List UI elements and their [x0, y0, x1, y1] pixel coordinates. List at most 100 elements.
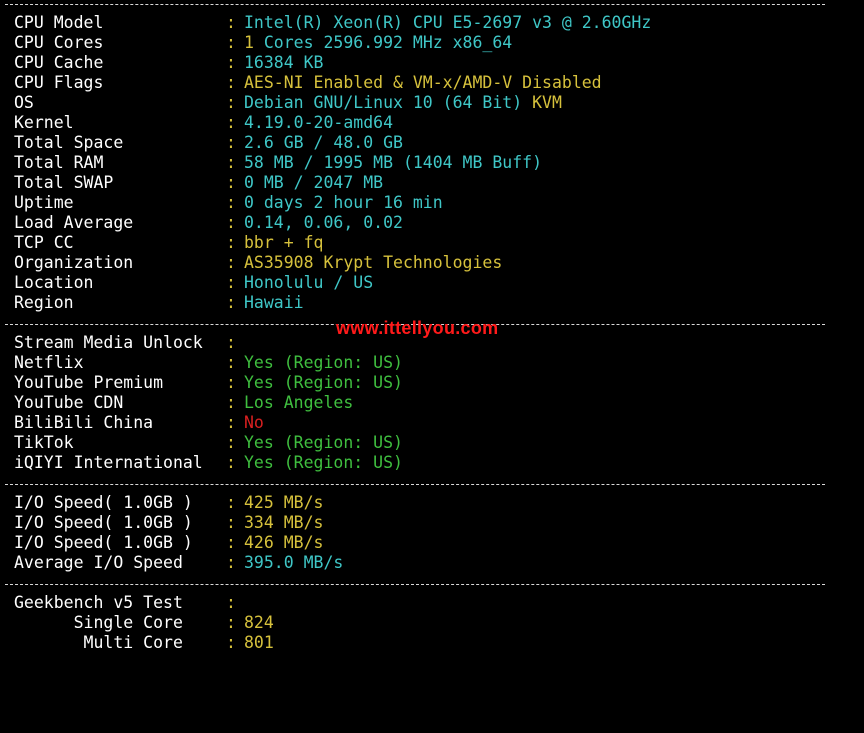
row-region: Region : Hawaii	[14, 293, 304, 313]
value-tcp-cc: bbr + fq	[244, 233, 324, 252]
row-organization: Organization : AS35908 Krypt Technologie…	[14, 253, 502, 273]
colon: :	[226, 33, 236, 52]
colon: :	[226, 353, 236, 372]
value-total-space: 2.6 GB / 48.0 GB	[244, 133, 403, 152]
row-cpu-cache: CPU Cache : 16384 KB	[14, 53, 323, 73]
terminal-window[interactable]: CPU Model : Intel(R) Xeon(R) CPU E5-2697…	[0, 0, 864, 662]
label-uptime: Uptime	[14, 193, 74, 212]
value-io-speed: 426 MB/s	[244, 533, 324, 552]
colon: :	[226, 613, 236, 632]
label-tcp-cc: TCP CC	[14, 233, 74, 252]
colon: :	[226, 513, 236, 532]
row-total-swap: Total SWAP : 0 MB / 2047 MB	[14, 173, 383, 193]
colon: :	[226, 593, 236, 612]
divider-line	[5, 584, 825, 585]
row-cpu-cores: CPU Cores : 1 Cores 2596.992 MHz x86_64	[14, 33, 512, 53]
label-load-average: Load Average	[14, 213, 134, 232]
os-name: Debian GNU/Linux 10 (64 Bit)	[244, 93, 523, 112]
value-tiktok: Yes (Region: US)	[244, 433, 403, 452]
colon: :	[226, 73, 236, 92]
label-average-io-speed: Average I/O Speed	[14, 553, 183, 572]
row-load-average: Load Average : 0.14, 0.06, 0.02	[14, 213, 403, 233]
colon: :	[226, 293, 236, 312]
label-io-speed: I/O Speed( 1.0GB )	[14, 533, 193, 552]
label-tiktok: TikTok	[14, 433, 74, 452]
row-iqiyi: iQIYI International : Yes (Region: US)	[14, 453, 403, 473]
value-cpu-model: Intel(R) Xeon(R) CPU E5-2697 v3 @ 2.60GH…	[244, 13, 652, 32]
colon: :	[226, 173, 236, 192]
row-geekbench-header: Geekbench v5 Test :	[14, 593, 236, 613]
colon: :	[226, 333, 236, 352]
label-total-space: Total Space	[14, 133, 124, 152]
colon: :	[226, 493, 236, 512]
row-stream-header: Stream Media Unlock :	[14, 333, 236, 353]
value-load-average: 0.14, 0.06, 0.02	[244, 213, 403, 232]
divider-line	[5, 484, 825, 485]
colon: :	[226, 213, 236, 232]
label-cpu-model: CPU Model	[14, 13, 104, 32]
row-io-speed-3: I/O Speed( 1.0GB ) : 426 MB/s	[14, 533, 323, 553]
label-io-speed: I/O Speed( 1.0GB )	[14, 493, 193, 512]
colon: :	[226, 13, 236, 32]
colon: :	[226, 153, 236, 172]
value-total-ram: 58 MB / 1995 MB (1404 MB Buff)	[244, 153, 543, 172]
watermark-text: www.ittellyou.com	[336, 318, 499, 338]
value-bilibili: No	[244, 413, 264, 432]
value-io-speed: 425 MB/s	[244, 493, 324, 512]
row-io-speed-2: I/O Speed( 1.0GB ) : 334 MB/s	[14, 513, 323, 533]
os-virtualization: KVM	[532, 93, 562, 112]
label-organization: Organization	[14, 253, 134, 272]
value-netflix: Yes (Region: US)	[244, 353, 403, 372]
label-multi-core: Multi Core	[14, 633, 183, 652]
row-kernel: Kernel : 4.19.0-20-amd64	[14, 113, 393, 133]
value-io-speed: 334 MB/s	[244, 513, 324, 532]
cpu-cores-count: 1	[244, 33, 254, 52]
value-multi-core: 801	[244, 633, 274, 652]
colon: :	[226, 433, 236, 452]
row-multi-core: Multi Core : 801	[14, 633, 274, 653]
colon: :	[226, 193, 236, 212]
colon: :	[226, 373, 236, 392]
row-bilibili: BiliBili China : No	[14, 413, 264, 433]
label-iqiyi: iQIYI International	[14, 453, 203, 472]
row-youtube-premium: YouTube Premium : Yes (Region: US)	[14, 373, 403, 393]
label-kernel: Kernel	[14, 113, 74, 132]
row-uptime: Uptime : 0 days 2 hour 16 min	[14, 193, 443, 213]
value-uptime: 0 days 2 hour 16 min	[244, 193, 443, 212]
value-os: Debian GNU/Linux 10 (64 Bit) KVM	[244, 93, 562, 113]
label-region: Region	[14, 293, 74, 312]
row-youtube-cdn: YouTube CDN : Los Angeles	[14, 393, 353, 413]
divider-line	[5, 4, 825, 5]
label-netflix: Netflix	[14, 353, 84, 372]
value-cpu-cores: 1 Cores 2596.992 MHz x86_64	[244, 33, 513, 52]
value-organization: AS35908 Krypt Technologies	[244, 253, 503, 272]
row-cpu-model: CPU Model : Intel(R) Xeon(R) CPU E5-2697…	[14, 13, 651, 33]
label-single-core: Single Core	[14, 613, 183, 632]
value-region: Hawaii	[244, 293, 304, 312]
colon: :	[226, 553, 236, 572]
colon: :	[226, 453, 236, 472]
colon: :	[226, 273, 236, 292]
label-cpu-cache: CPU Cache	[14, 53, 104, 72]
label-bilibili: BiliBili China	[14, 413, 154, 432]
colon: :	[226, 393, 236, 412]
label-geekbench-header: Geekbench v5 Test	[14, 593, 183, 612]
value-kernel: 4.19.0-20-amd64	[244, 113, 394, 132]
label-youtube-cdn: YouTube CDN	[14, 393, 124, 412]
row-os: OS : Debian GNU/Linux 10 (64 Bit) KVM	[14, 93, 562, 113]
row-single-core: Single Core : 824	[14, 613, 274, 633]
value-single-core: 824	[244, 613, 274, 632]
value-iqiyi: Yes (Region: US)	[244, 453, 403, 472]
label-os: OS	[14, 93, 34, 112]
value-total-swap: 0 MB / 2047 MB	[244, 173, 384, 192]
label-cpu-cores: CPU Cores	[14, 33, 104, 52]
label-youtube-premium: YouTube Premium	[14, 373, 164, 392]
label-cpu-flags: CPU Flags	[14, 73, 104, 92]
value-cpu-flags: AES-NI Enabled & VM-x/AMD-V Disabled	[244, 73, 602, 92]
row-cpu-flags: CPU Flags : AES-NI Enabled & VM-x/AMD-V …	[14, 73, 602, 93]
row-location: Location : Honolulu / US	[14, 273, 373, 293]
colon: :	[226, 93, 236, 112]
colon: :	[226, 113, 236, 132]
colon: :	[226, 533, 236, 552]
colon: :	[226, 133, 236, 152]
